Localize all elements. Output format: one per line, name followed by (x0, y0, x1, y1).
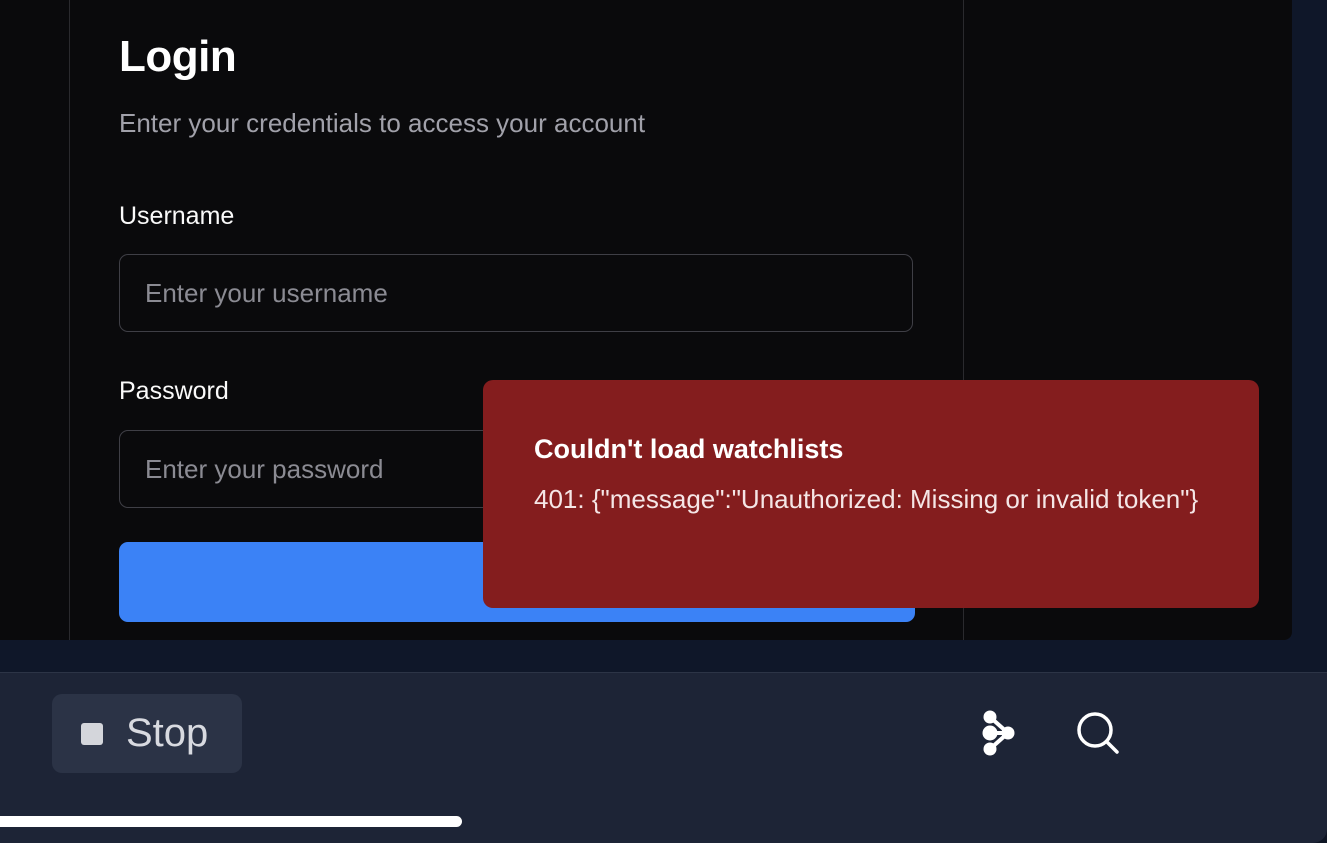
username-label: Username (119, 202, 235, 230)
browser-control-bar: Stop (0, 672, 1327, 843)
search-icon[interactable] (1072, 707, 1124, 759)
page-subtitle: Enter your credentials to access your ac… (119, 108, 646, 138)
toast-title: Couldn't load watchlists (534, 434, 844, 464)
share-nodes-icon[interactable] (974, 707, 1026, 759)
page-title: Login (119, 32, 237, 81)
stop-square-icon (81, 722, 103, 745)
error-toast[interactable]: Couldn't load watchlists 401: {"message"… (483, 380, 1259, 608)
loading-progress-bar (0, 816, 462, 827)
stop-button[interactable]: Stop (52, 694, 242, 773)
username-input[interactable] (119, 254, 913, 332)
stop-button-label: Stop (126, 711, 209, 755)
progress-fill (0, 816, 462, 827)
password-label: Password (119, 377, 229, 405)
toast-message: 401: {"message":"Unauthorized: Missing o… (534, 484, 1199, 514)
